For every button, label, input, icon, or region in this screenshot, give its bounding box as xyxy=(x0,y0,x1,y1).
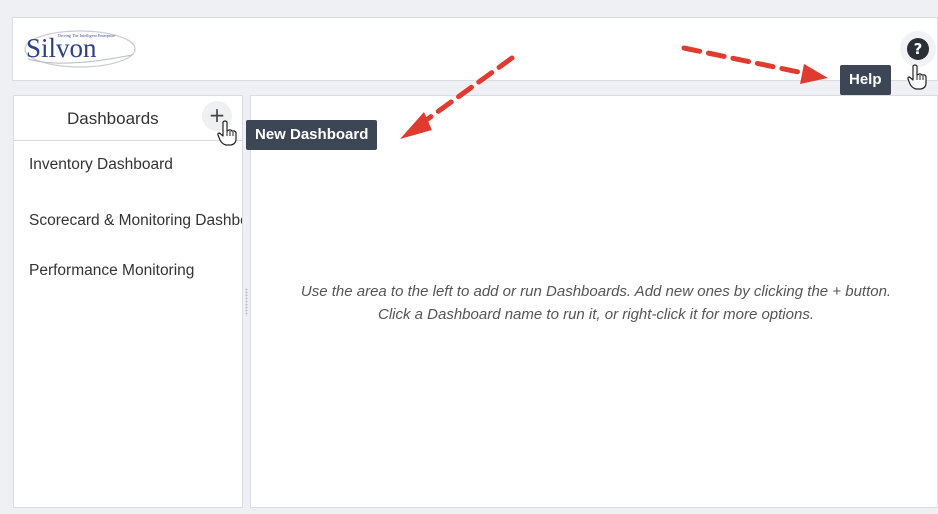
empty-state-line-2: Click a Dashboard name to run it, or rig… xyxy=(377,306,814,323)
logo-tagline: Driving The Intelligent Enterprise xyxy=(58,33,115,38)
question-icon: ? xyxy=(907,38,929,60)
help-tooltip: Help xyxy=(840,65,891,95)
hand-cursor-icon xyxy=(217,120,237,146)
splitter-grip-icon[interactable] xyxy=(245,288,248,316)
main-content-area: Use the area to the left to add or run D… xyxy=(250,95,938,508)
silvon-logo: Silvon Driving The Intelligent Enterpris… xyxy=(22,25,138,73)
empty-state-line-1: Use the area to the left to add or run D… xyxy=(300,283,892,300)
hand-cursor-icon xyxy=(907,64,927,90)
dashboard-item-scorecard[interactable]: Scorecard & Monitoring Dashboard xyxy=(29,212,242,230)
empty-state-message: Use the area to the left to add or run D… xyxy=(251,280,938,326)
panel-splitter[interactable] xyxy=(243,95,250,508)
top-header-bar xyxy=(12,17,938,81)
help-button[interactable]: ? xyxy=(900,31,936,67)
sidebar-title: Dashboards xyxy=(67,109,159,128)
dashboard-item-performance[interactable]: Performance Monitoring xyxy=(29,262,242,280)
dashboard-item-inventory[interactable]: Inventory Dashboard xyxy=(29,156,242,174)
dashboards-sidebar: Dashboards + Inventory Dashboard Scoreca… xyxy=(13,95,243,508)
sidebar-header: Dashboards + xyxy=(14,96,242,141)
app-frame: Silvon Driving The Intelligent Enterpris… xyxy=(0,0,938,514)
new-dashboard-tooltip: New Dashboard xyxy=(246,120,378,150)
silvon-logo-graphic: Silvon Driving The Intelligent Enterpris… xyxy=(24,30,136,68)
